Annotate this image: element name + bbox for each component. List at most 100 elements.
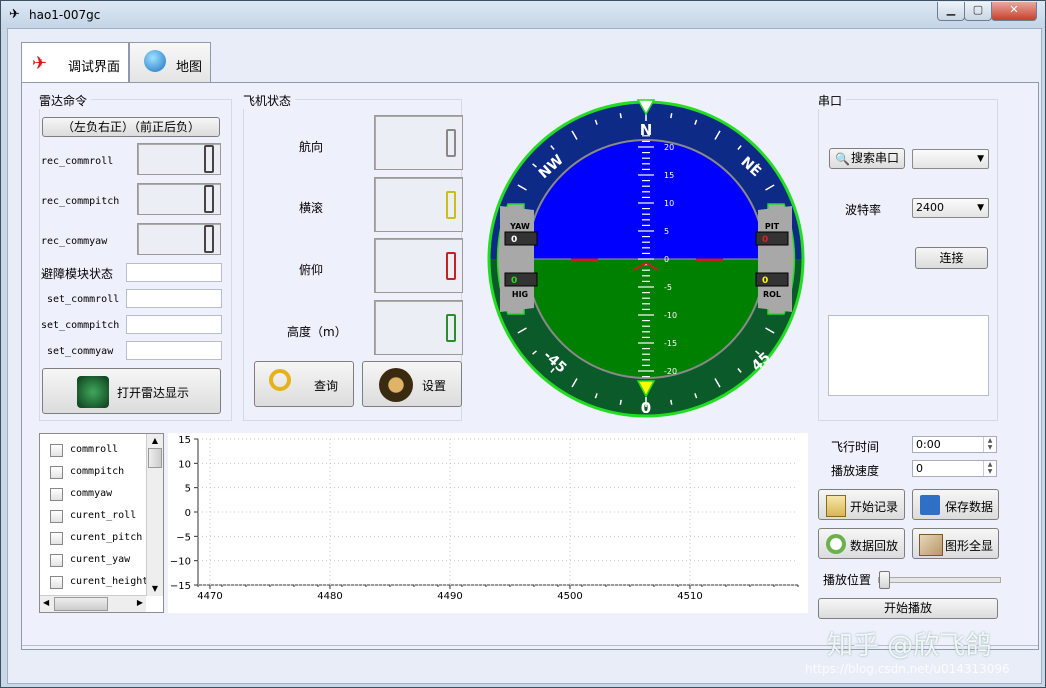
y-tick-label: 0 <box>185 508 191 519</box>
series-checkbox[interactable] <box>50 576 63 589</box>
scroll-thumb[interactable] <box>148 448 162 468</box>
notepad-icon <box>826 495 846 517</box>
close-button[interactable]: ✕ <box>991 2 1037 21</box>
roll-lcd <box>374 177 463 232</box>
radar-mode-button[interactable]: （左负右正）（前正后负） <box>42 117 220 137</box>
flight-time-label: 飞行时间 <box>831 440 880 454</box>
query-label: 查询 <box>314 379 339 393</box>
pitch-tick-label: 5 <box>664 227 669 236</box>
series-checkbox[interactable] <box>50 510 63 523</box>
avoid-status-field[interactable] <box>126 263 222 282</box>
pitch-tick-label: 10 <box>664 199 674 208</box>
attitude-indicator: 20151050-5-10-15-20 N NE NW 45 -45 0 YAW <box>487 99 805 418</box>
position-slider-handle[interactable] <box>879 571 890 589</box>
bezel-tick <box>670 113 673 119</box>
series-checkbox[interactable] <box>50 554 63 567</box>
flight-time-value: 0:00 <box>916 438 941 451</box>
set-commpitch-field[interactable] <box>126 315 222 334</box>
pitch-tick-label: 20 <box>664 143 674 152</box>
watermark-title: 知乎 @欣飞鸽 <box>827 631 992 661</box>
y-tick-label: −10 <box>170 557 191 568</box>
open-radar-button[interactable]: 打开雷达显示 <box>42 368 221 414</box>
search-port-button[interactable]: 🔍 搜索串口 <box>829 148 905 169</box>
chevron-down-icon: ▼ <box>977 154 984 164</box>
scroll-left-icon[interactable]: ◀ <box>43 598 49 607</box>
settings-button[interactable]: 设置 <box>362 361 462 407</box>
radar-group: 雷达命令 （左负右正）（前正后负） rec_commroll rec_commp… <box>39 92 232 421</box>
position-slider[interactable] <box>878 571 1001 589</box>
speed-value: 0 <box>916 462 923 475</box>
pitch-tick-label: 0 <box>664 255 669 264</box>
open-radar-label: 打开雷达显示 <box>117 386 190 400</box>
connect-button[interactable]: 连接 <box>915 247 988 269</box>
series-checkbox[interactable] <box>50 466 63 479</box>
y-tick-label: −5 <box>176 532 191 543</box>
series-checkbox-label: commroll <box>70 444 119 455</box>
hscroll-thumb[interactable] <box>54 597 108 611</box>
pitch-lcd <box>374 238 463 293</box>
set-commyaw-field[interactable] <box>126 341 222 360</box>
window-title: hao1-007gc <box>29 8 101 22</box>
tab-map[interactable]: 地图 <box>129 42 211 82</box>
heading-lcd <box>374 115 463 170</box>
rol-value: 0 <box>762 276 768 286</box>
speed-field[interactable]: 0 ▲ ▼ <box>912 460 997 477</box>
replay-button[interactable]: 数据回放 <box>818 528 905 559</box>
yaw-box <box>504 231 538 246</box>
horizontal-scrollbar[interactable]: ◀ ▶ <box>40 595 146 612</box>
tab-debug[interactable]: ✈ 调试界面 <box>21 42 129 84</box>
series-checkbox[interactable] <box>50 488 63 501</box>
y-tick-label: −15 <box>170 581 191 592</box>
app-icon: ✈ <box>9 7 20 22</box>
pitch-tick-label: -20 <box>664 367 677 376</box>
bezel-tick <box>619 399 622 405</box>
maximize-button[interactable]: ▢ <box>964 2 992 21</box>
pit-box <box>755 231 789 246</box>
bezel-tick <box>670 399 673 405</box>
scroll-right-icon[interactable]: ▶ <box>137 598 143 607</box>
set-commpitch-label: set_commpitch <box>41 320 120 331</box>
baud-label: 波特率 <box>845 203 882 217</box>
flight-time-field[interactable]: 0:00 ▲ ▼ <box>912 436 997 453</box>
y-tick-label: 15 <box>178 435 191 446</box>
series-checkbox[interactable] <box>50 444 63 457</box>
full-graph-button[interactable]: 图形全显 <box>912 528 999 559</box>
vertical-scrollbar[interactable]: ▲ ▼ <box>146 434 163 596</box>
tab-debug-label: 调试界面 <box>68 60 121 75</box>
watermark: 知乎 @欣飞鸽 https://blog.csdn.net/u014313096 <box>805 625 1043 685</box>
serial-log[interactable] <box>828 315 989 396</box>
x-tick-label: 4470 <box>197 591 222 602</box>
hig-label: HIG <box>512 290 528 299</box>
pit-label: PIT <box>765 222 780 231</box>
port-select[interactable]: ▼ <box>912 149 989 169</box>
query-button[interactable]: 查询 <box>254 361 354 407</box>
series-checkbox[interactable] <box>50 532 63 545</box>
bezel-tick <box>619 113 622 119</box>
settings-gear-icon <box>379 368 413 402</box>
settings-label: 设置 <box>422 379 447 393</box>
scroll-down-icon[interactable]: ▼ <box>147 582 163 596</box>
set-commroll-field[interactable] <box>126 289 222 308</box>
speed-stepper[interactable]: ▲ ▼ <box>983 461 996 476</box>
scroll-up-icon[interactable]: ▲ <box>147 434 163 448</box>
clock-icon <box>826 534 846 554</box>
start-play-button[interactable]: 开始播放 <box>818 598 998 619</box>
compass-n: N <box>640 121 653 139</box>
aircraft-group: 飞机状态 航向 横滚 俯仰 高度（m） 查询 设置 <box>243 92 463 421</box>
minimize-button[interactable]: ▁ <box>937 2 965 21</box>
tab-map-label: 地图 <box>176 60 203 75</box>
start-record-button[interactable]: 开始记录 <box>818 489 905 520</box>
pitch-label: 俯仰 <box>299 263 324 277</box>
flight-time-stepper[interactable]: ▲ ▼ <box>983 437 996 452</box>
series-checkbox-label: curent_height <box>70 576 149 587</box>
save-data-button[interactable]: 保存数据 <box>912 489 999 520</box>
baud-select[interactable]: 2400 ▼ <box>912 198 989 218</box>
series-checkbox-label: curent_yaw <box>70 554 131 565</box>
heading-label: 航向 <box>299 140 324 154</box>
baud-select-value: 2400 <box>916 201 944 214</box>
pitch-tick-label: -5 <box>664 283 672 292</box>
main-window: ✈ hao1-007gc ▁ ▢ ✕ ✈ 调试界面 地图 雷达命令 （左负右正）… <box>0 0 1046 688</box>
rec-commyaw-lcd <box>137 223 221 255</box>
pitch-tick-label: -10 <box>664 311 677 320</box>
serial-group-title: 串口 <box>818 92 847 109</box>
